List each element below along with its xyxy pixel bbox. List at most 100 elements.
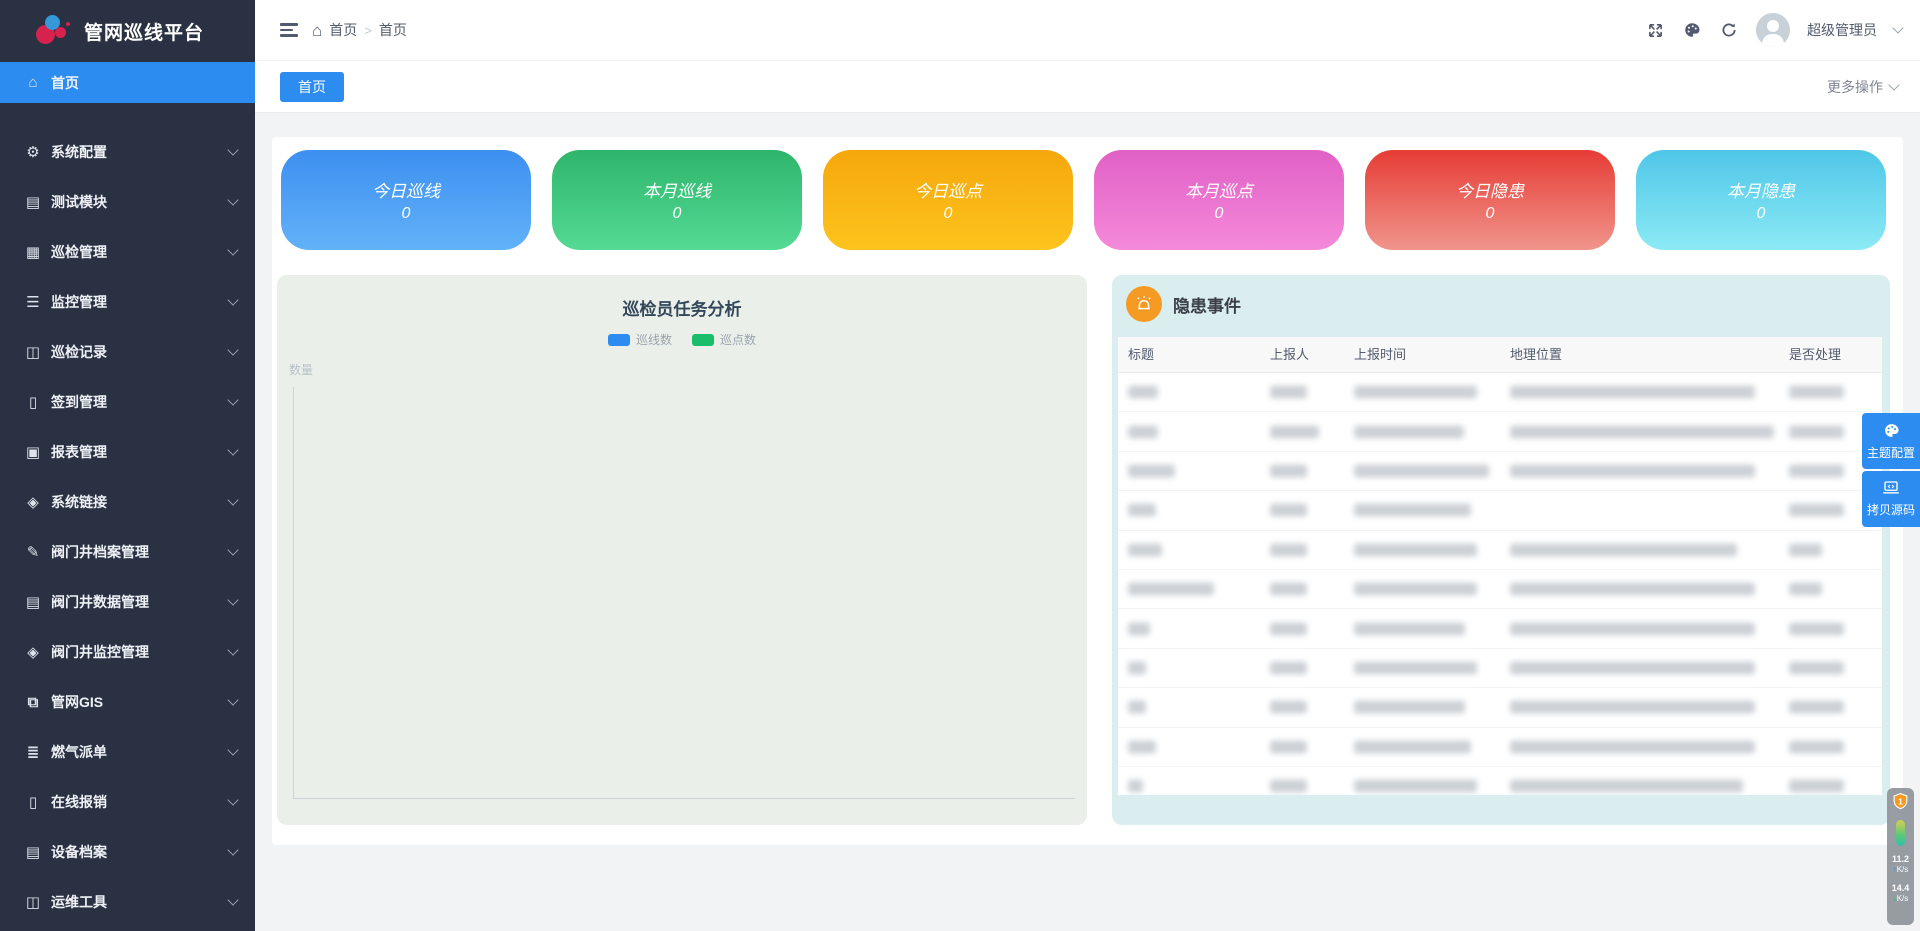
blurred-cell — [1789, 583, 1822, 596]
blurred-cell — [1510, 622, 1755, 635]
theme-config-label: 主题配置 — [1867, 444, 1915, 461]
blurred-cell — [1128, 661, 1146, 674]
logo-icon — [36, 15, 72, 47]
chevron-down-icon — [227, 544, 238, 555]
username-label[interactable]: 超级管理员 — [1807, 20, 1877, 40]
sidebar-item-运维工具[interactable]: ◫ 运维工具 — [0, 877, 255, 927]
chevron-down-icon — [1888, 79, 1899, 90]
report-icon: ▣ — [22, 443, 44, 461]
column-header-是否处理: 是否处理 — [1789, 337, 1841, 372]
stat-card-label: 今日巡点 — [914, 177, 982, 202]
blurred-cell — [1354, 701, 1465, 714]
blurred-cell — [1789, 425, 1844, 438]
chart-legend: 巡线数 巡点数 — [277, 331, 1087, 348]
sidebar-item-阀门井档案管理[interactable]: ✎阀门井档案管理 — [0, 527, 255, 577]
stat-cards-row: 今日巡线0本月巡线0今日巡点0本月巡点0今日隐患0本月隐患0 — [281, 150, 1886, 250]
stat-card-label: 今日巡线 — [372, 177, 440, 202]
table-header-row: 标题上报人上报时间地理位置是否处理 — [1118, 337, 1882, 373]
sidebar-item-label: 运维工具 — [51, 892, 107, 912]
sidebar-item-阀门井监控管理[interactable]: ◈阀门井监控管理 — [0, 627, 255, 677]
home-icon: ⌂ — [22, 74, 44, 91]
tab-home[interactable]: 首页 — [280, 72, 344, 102]
blurred-cell — [1128, 425, 1158, 438]
chevron-down-icon — [227, 194, 238, 205]
table-row — [1118, 649, 1882, 688]
sidebar-item-报表管理[interactable]: ▣ 报表管理 — [0, 427, 255, 477]
sidebar-item-label: 设备档案 — [51, 842, 107, 862]
sidebar-item-巡检管理[interactable]: ▦巡检管理 — [0, 227, 255, 277]
collapse-menu-icon[interactable] — [280, 23, 298, 37]
legend-item-巡点数[interactable]: 巡点数 — [692, 331, 756, 348]
breadcrumb-separator: > — [364, 23, 372, 38]
sidebar-item-测试模块[interactable]: ▤测试模块 — [0, 177, 255, 227]
sidebar-item-监控管理[interactable]: ☰监控管理 — [0, 277, 255, 327]
sidebar-item-管网GIS[interactable]: ⧉管网GIS — [0, 677, 255, 727]
speed-gauge — [1896, 820, 1905, 846]
column-header-上报时间: 上报时间 — [1354, 337, 1406, 372]
blurred-cell — [1510, 661, 1755, 674]
sidebar-item-阀门井数据管理[interactable]: ▤ 阀门井数据管理 — [0, 577, 255, 627]
table-row — [1118, 609, 1882, 648]
stat-card-今日巡点: 今日巡点0 — [823, 150, 1073, 250]
terminal-icon: ◫ — [22, 893, 44, 911]
floating-buttons: 主题配置 拷贝源码 — [1862, 413, 1920, 527]
table-row — [1118, 373, 1882, 412]
app-title: 管网巡线平台 — [84, 18, 204, 45]
cube-icon: ◈ — [22, 493, 44, 511]
blurred-cell — [1510, 464, 1755, 477]
sidebar-item-燃气派单[interactable]: ≣燃气派单 — [0, 727, 255, 777]
blurred-cell — [1270, 386, 1307, 399]
sidebar-item-首页[interactable]: ⌂首页 — [0, 62, 255, 103]
blurred-cell — [1270, 661, 1307, 674]
theme-config-button[interactable]: 主题配置 — [1862, 413, 1920, 469]
table-row — [1118, 570, 1882, 609]
chevron-down-icon — [227, 694, 238, 705]
fullscreen-icon[interactable] — [1645, 20, 1665, 40]
chart-plot-area — [293, 387, 1075, 799]
blurred-cell — [1510, 701, 1755, 714]
chart-y-axis-label: 数量 — [289, 361, 313, 378]
sidebar-item-在线报销[interactable]: ▯在线报销 — [0, 777, 255, 827]
blurred-cell — [1354, 464, 1489, 477]
sidebar-item-系统链接[interactable]: ◈系统链接 — [0, 477, 255, 527]
refresh-icon[interactable] — [1719, 20, 1739, 40]
more-actions-button[interactable]: 更多操作 — [1827, 61, 1898, 112]
stat-card-今日隐患: 今日隐患0 — [1365, 150, 1615, 250]
network-monitor-widget[interactable]: 1 11.2 ↑K/s 14.4 ↓K/s — [1887, 788, 1914, 925]
chevron-down-icon — [227, 394, 238, 405]
blurred-cell — [1510, 583, 1755, 596]
sidebar-item-巡检记录[interactable]: ◫巡检记录 — [0, 327, 255, 377]
sidebar-item-label: 报表管理 — [51, 442, 107, 462]
drive-icon: ▤ — [22, 193, 44, 211]
drive-icon: ▤ — [22, 593, 44, 611]
sidebar-item-label: 燃气派单 — [51, 742, 107, 762]
breadcrumb-current: 首页 — [379, 20, 407, 40]
blurred-cell — [1789, 622, 1844, 635]
blurred-cell — [1128, 543, 1162, 556]
sidebar-item-签到管理[interactable]: ▯签到管理 — [0, 377, 255, 427]
sidebar-item-label: 阀门井数据管理 — [51, 592, 149, 612]
blurred-cell — [1510, 780, 1743, 793]
copy-source-button[interactable]: 拷贝源码 — [1862, 471, 1920, 527]
sidebar-item-设备档案[interactable]: ▤设备档案 — [0, 827, 255, 877]
theme-palette-icon[interactable] — [1682, 20, 1702, 40]
legend-item-巡线数[interactable]: 巡线数 — [608, 331, 672, 348]
blurred-cell — [1354, 780, 1477, 793]
download-speed: 14.4 ↓K/s — [1892, 883, 1910, 904]
chevron-down-icon — [227, 294, 238, 305]
blurred-cell — [1354, 425, 1464, 438]
breadcrumb-home[interactable]: 首页 — [329, 20, 357, 40]
sidebar-item-label: 在线报销 — [51, 792, 107, 812]
blurred-cell — [1789, 386, 1844, 399]
chevron-down-icon — [227, 844, 238, 855]
sidebar-item-系统配置[interactable]: ⚙系统配置 — [0, 127, 255, 177]
book-icon: ▯ — [22, 393, 44, 411]
chevron-down-icon — [227, 894, 238, 905]
blurred-cell — [1128, 504, 1156, 517]
user-avatar[interactable] — [1756, 13, 1790, 47]
blurred-cell — [1789, 464, 1844, 477]
blurred-cell — [1270, 504, 1307, 517]
chevron-down-icon — [1892, 22, 1903, 33]
stat-card-value: 0 — [1757, 205, 1766, 223]
home-icon: ⌂ — [312, 22, 322, 39]
